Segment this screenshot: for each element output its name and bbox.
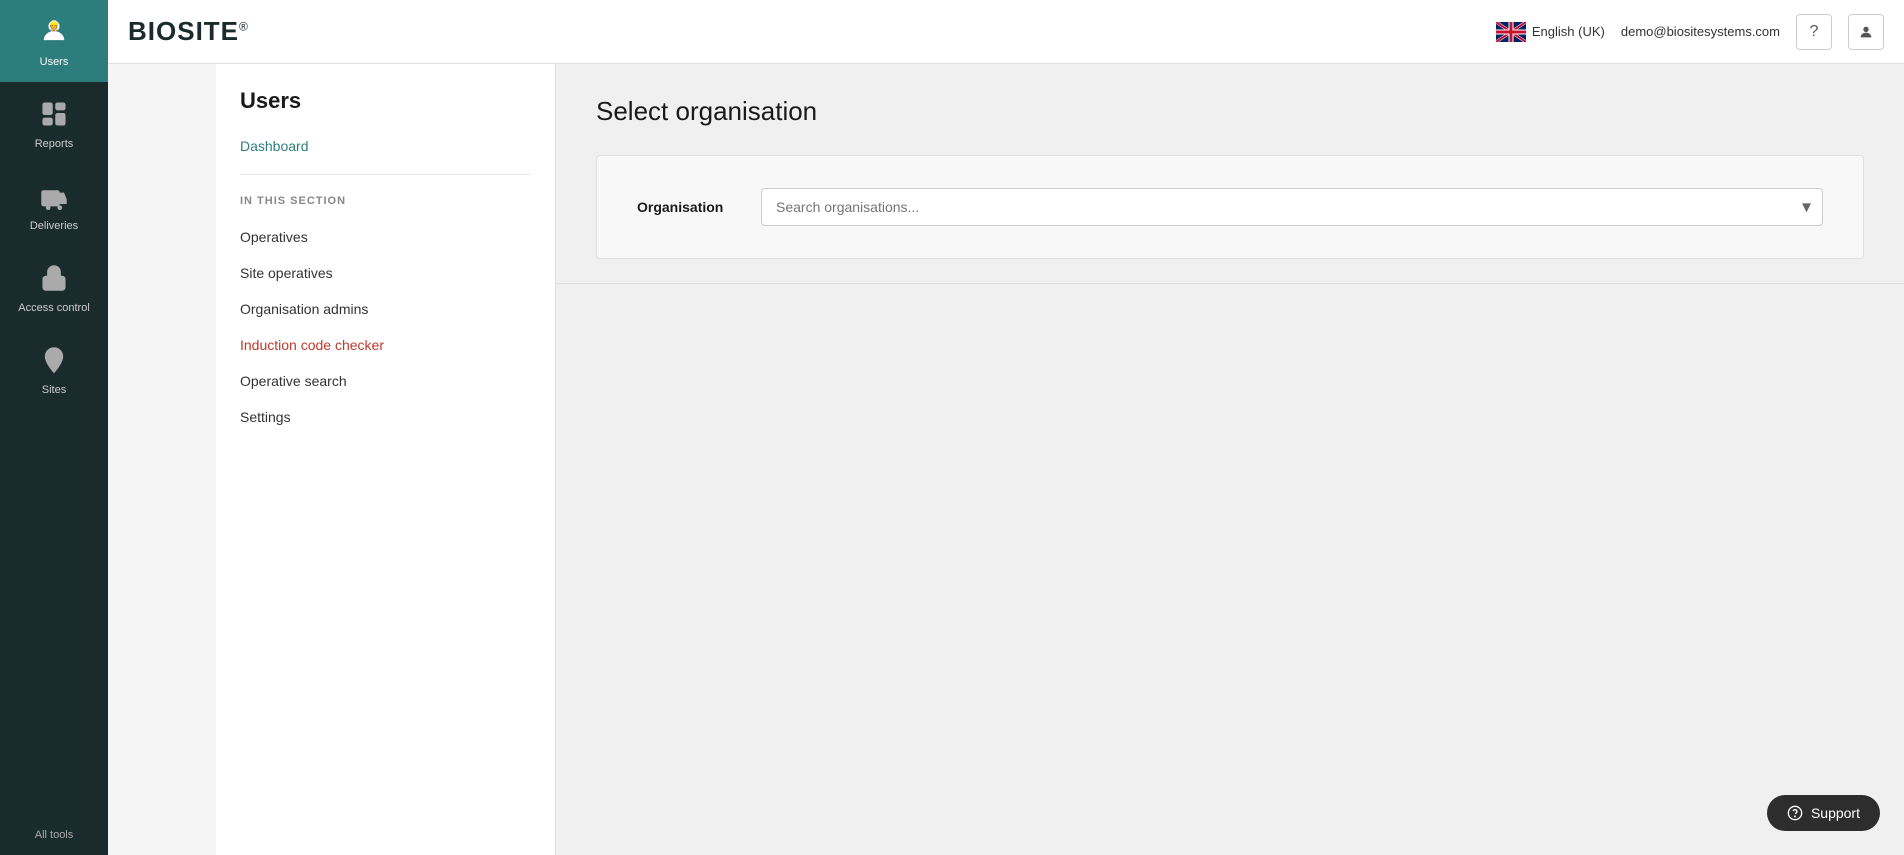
page-title: Select organisation [596, 96, 1864, 127]
sidebar-item-sites[interactable]: 3 Sites [0, 328, 108, 410]
logo-text: BIOSITE [128, 16, 239, 46]
support-icon [1787, 805, 1803, 821]
user-profile-button[interactable] [1848, 14, 1884, 50]
organisation-search-input[interactable] [761, 188, 1823, 226]
secondary-sidebar: Users Dashboard IN THIS SECTION Operativ… [216, 64, 556, 855]
svg-text:👷: 👷 [48, 21, 60, 33]
reports-icon [36, 96, 72, 132]
nav-item-organisation-admins[interactable]: Organisation admins [216, 291, 555, 327]
logo: BIOSITE® [128, 16, 1496, 47]
content-area: Select organisation Organisation ▾ [556, 64, 1904, 855]
nav-item-induction-code-checker[interactable]: Induction code checker [216, 327, 555, 363]
sidebar-item-users-label: Users [40, 56, 69, 68]
svg-text:3: 3 [52, 353, 56, 360]
section-title: Users [216, 88, 555, 130]
language-label: English (UK) [1532, 24, 1605, 39]
sidebar-item-users[interactable]: 👷 Users [0, 0, 108, 82]
access-control-icon [36, 260, 72, 296]
header: BIOSITE® English (UK) demo@biositesystem… [108, 0, 1904, 64]
sidebar-item-access-control[interactable]: Access control [0, 246, 108, 328]
language-selector[interactable]: English (UK) [1496, 22, 1605, 42]
support-label: Support [1811, 805, 1860, 821]
sidebar-item-reports[interactable]: Reports [0, 82, 108, 164]
dashboard-link[interactable]: Dashboard [216, 130, 555, 162]
organisation-label: Organisation [637, 199, 737, 215]
uk-flag-icon [1496, 22, 1526, 42]
users-icon: 👷 [36, 14, 72, 50]
all-tools-label: All tools [35, 829, 74, 841]
all-tools-button[interactable]: All tools [0, 815, 108, 855]
nav-item-settings[interactable]: Settings [216, 399, 555, 435]
header-right: English (UK) demo@biositesystems.com ? [1496, 14, 1884, 50]
sites-icon: 3 [36, 342, 72, 378]
help-icon: ? [1810, 23, 1819, 41]
nav-item-site-operatives[interactable]: Site operatives [216, 255, 555, 291]
nav-item-operative-search[interactable]: Operative search [216, 363, 555, 399]
sidebar-item-sites-label: Sites [42, 384, 66, 396]
sidebar-item-access-label: Access control [18, 302, 90, 314]
sidebar-item-deliveries[interactable]: Deliveries [0, 164, 108, 246]
sidebar-divider [240, 174, 531, 175]
sidebar-item-deliveries-label: Deliveries [30, 220, 78, 232]
help-button[interactable]: ? [1796, 14, 1832, 50]
user-profile-icon [1858, 24, 1874, 40]
support-button[interactable]: Support [1767, 795, 1880, 831]
in-this-section-label: IN THIS SECTION [216, 187, 555, 219]
main-container: Users Dashboard IN THIS SECTION Operativ… [216, 64, 1904, 855]
left-sidebar: 👷 Users Reports Deliveries [0, 0, 108, 855]
sidebar-item-reports-label: Reports [35, 138, 74, 150]
logo-reg: ® [239, 19, 249, 33]
content-divider [556, 283, 1904, 284]
nav-item-operatives[interactable]: Operatives [216, 219, 555, 255]
deliveries-icon [36, 178, 72, 214]
organisation-search-wrap: ▾ [761, 188, 1823, 226]
organisation-select-card: Organisation ▾ [596, 155, 1864, 259]
user-email: demo@biositesystems.com [1621, 24, 1780, 39]
